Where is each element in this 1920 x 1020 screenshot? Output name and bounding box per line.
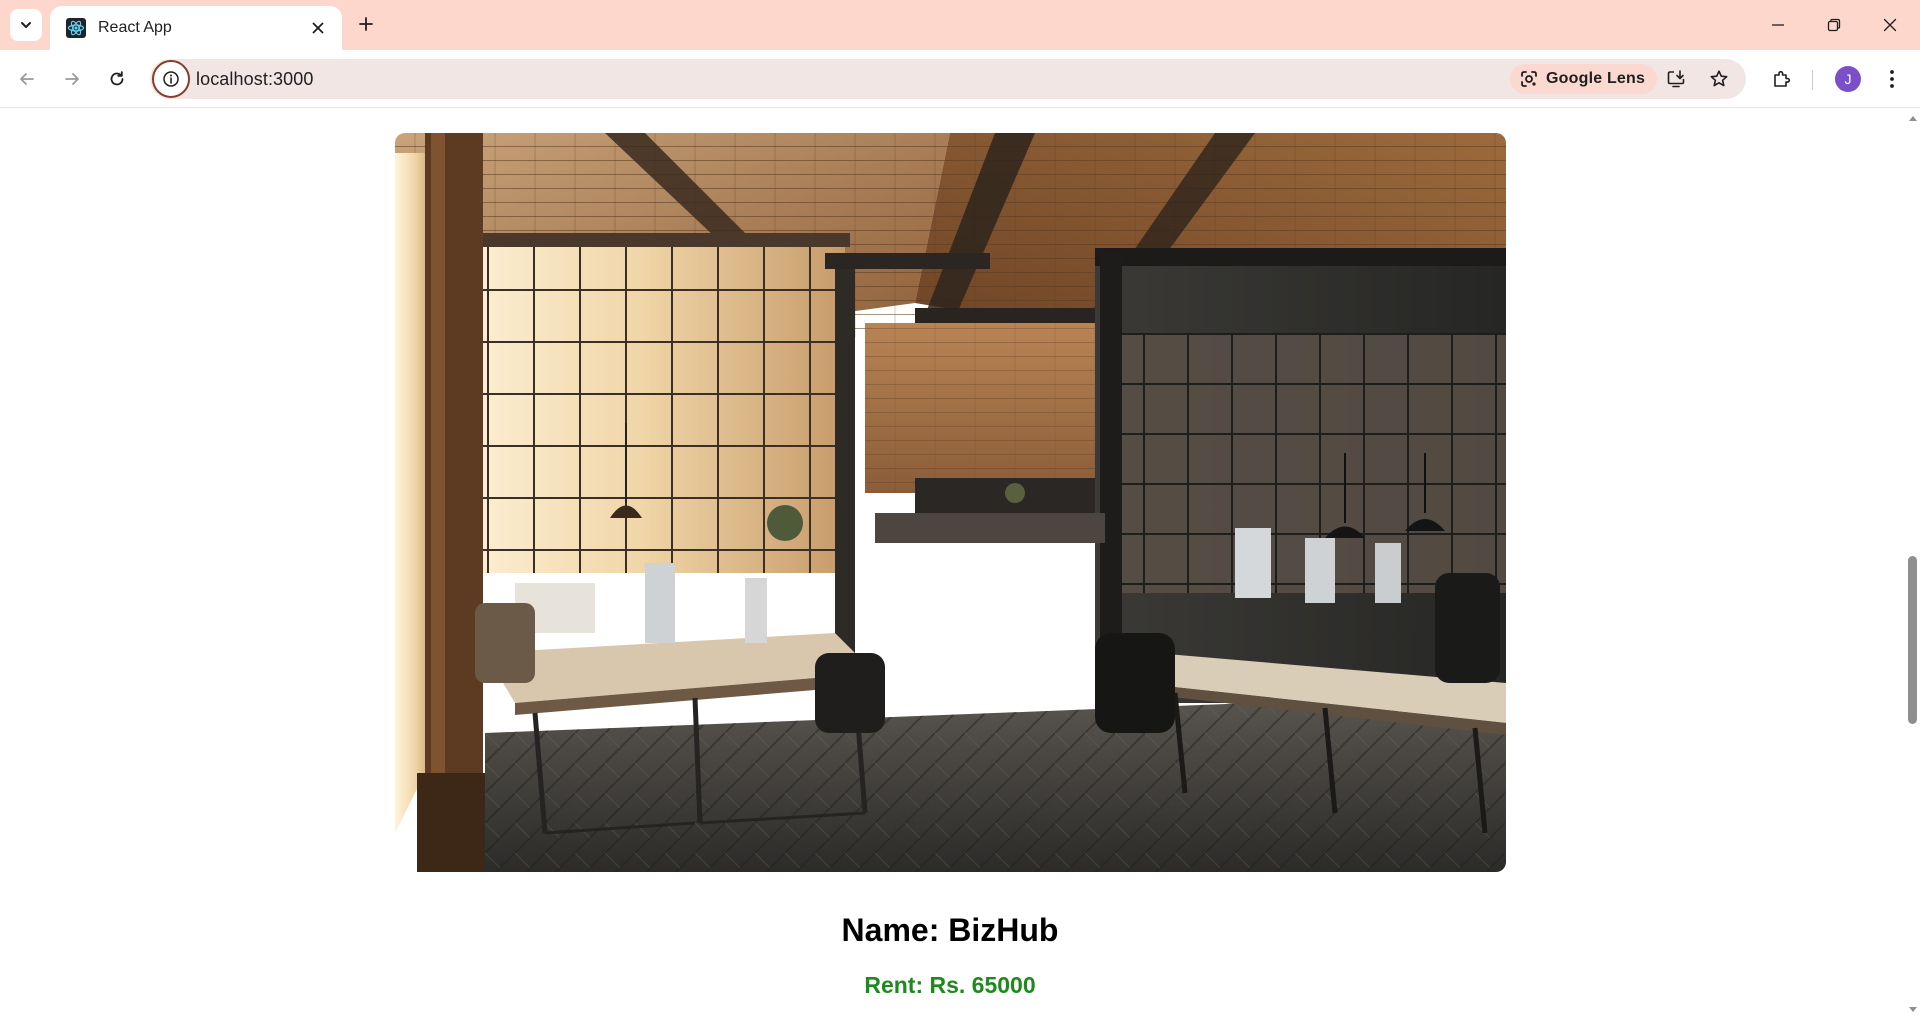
new-tab-button[interactable] bbox=[352, 10, 380, 38]
puzzle-icon bbox=[1774, 70, 1791, 87]
minimize-icon bbox=[1772, 24, 1784, 26]
listing-name: Name: BizHub bbox=[841, 912, 1059, 948]
install-app-button[interactable] bbox=[1660, 63, 1692, 95]
star-icon bbox=[1710, 70, 1728, 87]
google-lens-button[interactable]: Google Lens bbox=[1510, 64, 1658, 94]
close-window-icon bbox=[1883, 18, 1897, 32]
url-text[interactable]: localhost:3000 bbox=[196, 69, 314, 90]
page-scrollbar[interactable] bbox=[1905, 108, 1920, 1020]
google-lens-icon bbox=[1521, 71, 1537, 87]
plus-icon bbox=[359, 17, 373, 31]
minimize-button[interactable] bbox=[1750, 0, 1806, 50]
chevron-down-icon bbox=[21, 22, 31, 28]
browser-toolbar: localhost:3000 Google Lens J bbox=[0, 50, 1920, 108]
scroll-down-arrow-icon[interactable] bbox=[1908, 1006, 1918, 1014]
address-bar[interactable]: localhost:3000 Google Lens bbox=[150, 59, 1746, 99]
kebab-menu-icon bbox=[1890, 70, 1894, 88]
scroll-up-arrow-icon[interactable] bbox=[1908, 114, 1918, 122]
install-app-icon bbox=[1667, 70, 1685, 88]
tab-search-button[interactable] bbox=[10, 9, 42, 41]
close-window-button[interactable] bbox=[1862, 0, 1918, 50]
reload-button[interactable] bbox=[101, 63, 133, 95]
back-button[interactable] bbox=[11, 63, 43, 95]
tab-react-app[interactable]: React App bbox=[50, 6, 342, 50]
forward-button[interactable] bbox=[56, 63, 88, 95]
info-icon bbox=[163, 71, 179, 87]
restore-button[interactable] bbox=[1806, 0, 1862, 50]
arrow-left-icon bbox=[20, 73, 34, 85]
toolbar-divider bbox=[1812, 70, 1813, 90]
arrow-right-icon bbox=[65, 73, 79, 85]
extensions-button[interactable] bbox=[1766, 63, 1798, 95]
react-logo-icon bbox=[66, 18, 86, 38]
tab-strip: React App bbox=[0, 0, 1920, 50]
reload-icon bbox=[110, 71, 124, 86]
site-info-button[interactable] bbox=[152, 60, 190, 98]
bookmark-button[interactable] bbox=[1703, 63, 1735, 95]
page-viewport: Name: BizHub Rent: Rs. 65000 bbox=[0, 108, 1905, 1020]
listing-photo bbox=[395, 133, 1506, 872]
listing-rent: Rent: Rs. 65000 bbox=[864, 972, 1036, 998]
close-icon bbox=[312, 22, 324, 34]
tab-title: React App bbox=[98, 19, 172, 36]
google-lens-label: Google Lens bbox=[1546, 70, 1646, 87]
browser-menu-button[interactable] bbox=[1876, 63, 1908, 95]
profile-avatar[interactable]: J bbox=[1835, 66, 1861, 92]
restore-icon bbox=[1827, 18, 1841, 32]
tab-close-button[interactable] bbox=[306, 16, 330, 40]
scrollbar-thumb[interactable] bbox=[1908, 556, 1917, 724]
